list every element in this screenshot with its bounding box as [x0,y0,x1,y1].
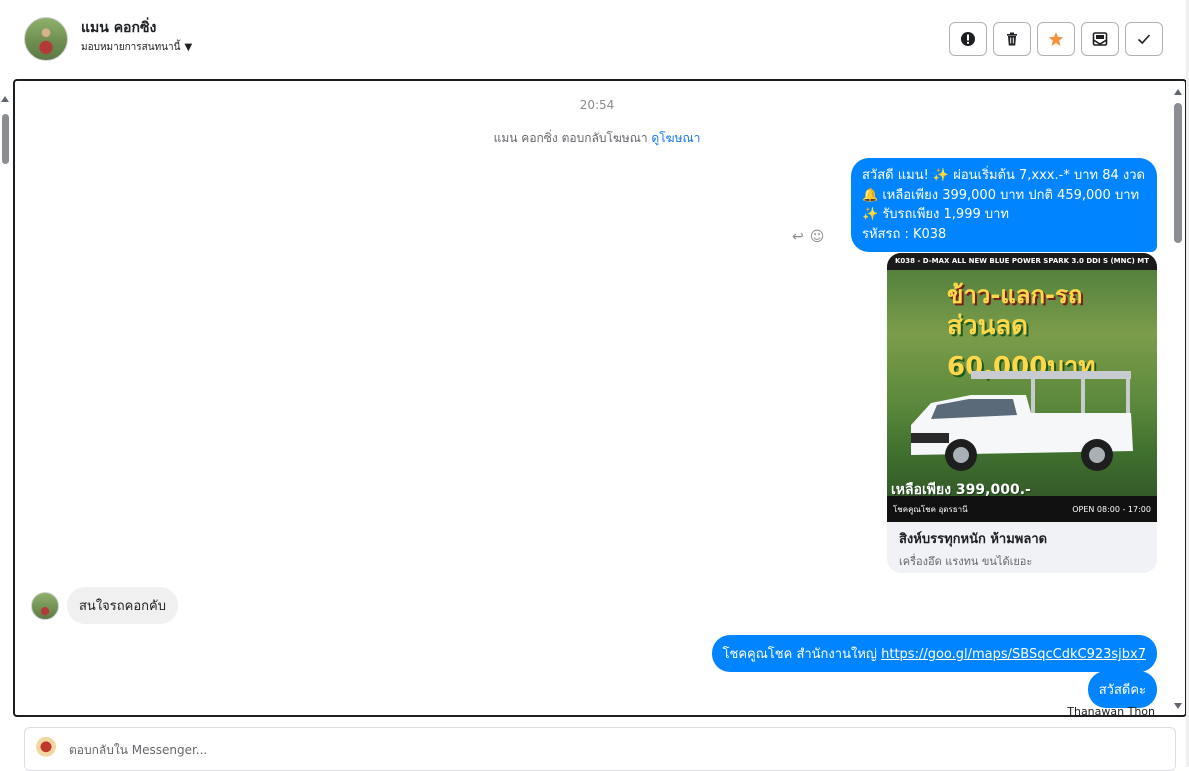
ad-card-caption[interactable]: สิงห์บรรทุกหนัก ห้ามพลาด เครื่องอึด แรงท… [887,522,1157,570]
outgoing-message-welcome: สวัสดี แมน! ✨ ผ่อนเริ่มต้น 7,xxx.-* บาท … [851,158,1157,252]
ad-card-title: สิงห์บรรทุกหนัก ห้ามพลาด [899,532,1048,547]
scroll-down-arrow-icon[interactable] [1174,703,1182,709]
contact-avatar[interactable] [24,17,68,61]
check-icon [1137,34,1151,45]
ad-reply-notice: แมน คอกซิ่ง ตอบกลับโฆษณา ดูโฆษณา [15,129,1179,148]
conversation-header: แมน คอกซิ่ง มอบหมายการสนทนานี้ ▼ [0,0,1189,78]
scroll-up-arrow-icon[interactable] [1,96,9,102]
page-avatar [34,736,58,760]
message-actions: ↩ ☺ [792,229,824,245]
caret-down-icon: ▼ [184,42,193,53]
conversation-toolbar [949,22,1163,56]
scroll-up-arrow-icon[interactable] [1174,89,1182,95]
scroll-thumb[interactable] [1174,103,1182,243]
ad-reply-text: แมน คอกซิ่ง ตอบกลับโฆษณา [493,131,648,145]
scroll-thumb[interactable] [2,114,9,164]
outgoing-message-greeting: สวัสดีคะ [1087,671,1157,708]
mark-done-button[interactable] [1125,22,1163,56]
assign-conversation-dropdown[interactable]: มอบหมายการสนทนานี้ ▼ [81,40,192,55]
outgoing-message-location: โชคคูณโชค สำนักงานใหญ่ https://goo.gl/ma… [711,635,1157,672]
outer-scrollbar[interactable] [0,96,11,716]
assign-label: มอบหมายการสนทนานี้ [81,42,181,53]
sender-avatar[interactable] [31,591,59,620]
star-icon [1048,32,1064,46]
pickup-truck-illustration [911,371,1133,471]
mark-spam-button[interactable] [949,22,987,56]
ad-image-topbar: K038 - D-MAX ALL NEW BLUE POWER SPARK 3.… [887,253,1157,270]
trash-icon [1007,32,1017,46]
message-line: 🔔 เหลือเพียง 399,000 บาท ปกติ 459,000 บา… [862,187,1140,203]
star-button[interactable] [1037,22,1075,56]
message-line: สวัสดี แมน! ✨ ผ่อนเริ่มต้น 7,xxx.-* บาท … [862,168,1145,183]
ad-card[interactable]: K038 - D-MAX ALL NEW BLUE POWER SPARK 3.… [887,253,1157,573]
ad-image-open-hours: OPEN 08:00 - 17:00 [1072,504,1151,514]
location-text: โชคคูณโชค สำนักงานใหญ่ [722,647,877,662]
reply-box[interactable]: ตอบกลับใน Messenger... [24,727,1176,771]
react-smiley-icon[interactable]: ☺ [810,229,825,245]
thread-scrollbar[interactable] [1171,81,1185,715]
incoming-message-row: สนใจรถคอกคับ [31,587,178,624]
ad-image-footer: โชคคูณโชค อุดรธานี OPEN 08:00 - 17:00 [887,496,1157,522]
reply-icon[interactable]: ↩ [792,229,804,245]
message-thread: 20:54 แมน คอกซิ่ง ตอบกลับโฆษณา ดูโฆษณา ส… [13,79,1187,717]
alert-icon [961,32,975,46]
mark-unread-icon [1092,32,1108,46]
message-line: รหัสรถ : K038 [862,226,947,242]
message-timestamp: 20:54 [579,98,615,112]
message-line: ✨ รับรถเพียง 1,999 บาท [862,207,1009,222]
delete-button[interactable] [993,22,1031,56]
incoming-message: สนใจรถคอกคับ [67,587,178,624]
ad-card-image[interactable]: K038 - D-MAX ALL NEW BLUE POWER SPARK 3.… [887,253,1157,522]
reply-input-placeholder[interactable]: ตอบกลับใน Messenger... [69,741,207,760]
mark-unread-button[interactable] [1081,22,1119,56]
location-link[interactable]: https://goo.gl/maps/SBSqcCdkC923sjbx7 [881,647,1146,662]
ad-card-subtitle: เครื่องอึด แรงทน ขนได้เยอะ [899,555,1033,568]
view-ad-link[interactable]: ดูโฆษณา [651,131,700,145]
sender-name: Thanawan Thon [1067,705,1155,717]
ad-image-brand: โชคคูณโชค อุดรธานี [893,504,968,514]
contact-name[interactable]: แมน คอกซิ่ง [81,17,156,39]
